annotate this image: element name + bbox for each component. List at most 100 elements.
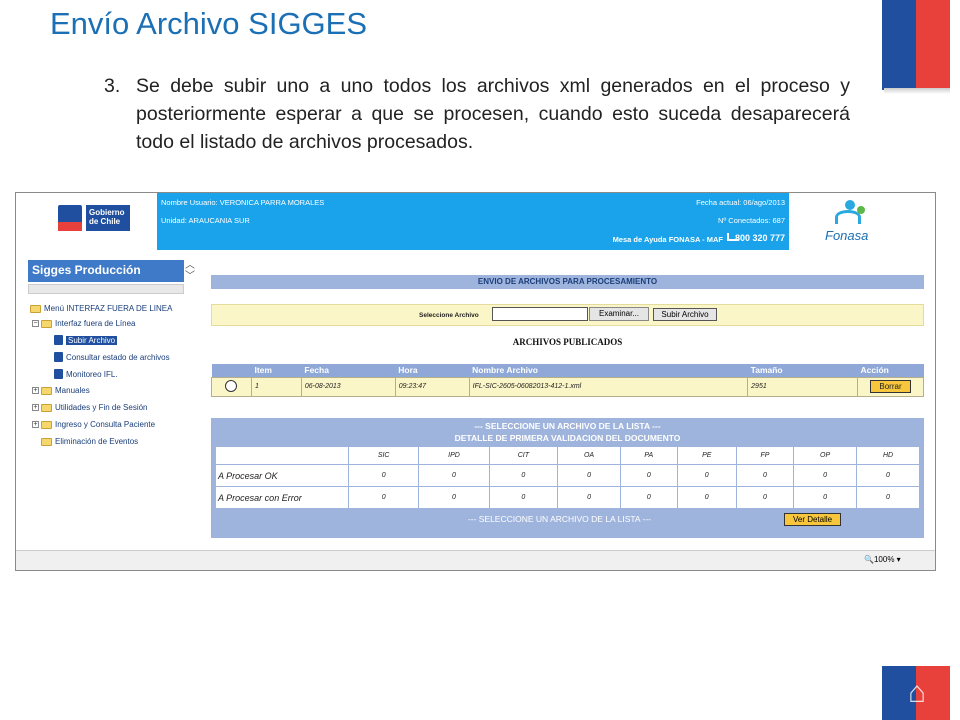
column-header: Acción: [857, 364, 924, 377]
tree-menu-root[interactable]: Menú INTERFAZ FUERA DE LINEA: [30, 304, 172, 313]
table-row: 1 06-08-2013 09:23:47 IFL-SIC-2605-06082…: [211, 376, 924, 397]
zoom-control[interactable]: 🔍100% ▾: [864, 555, 901, 564]
cell-value: 0: [418, 464, 490, 487]
gobierno-logo: Gobierno de Chile: [58, 205, 130, 235]
cell-value: 0: [735, 486, 795, 509]
cell-value: 0: [676, 486, 737, 509]
zoom-icon: 🔍: [864, 555, 874, 564]
file-path-input[interactable]: [492, 307, 588, 321]
action-cell: Borrar: [857, 376, 924, 397]
tree-utilidades[interactable]: + Utilidades y Fin de Sesión: [32, 403, 148, 412]
collapse-icon[interactable]: −: [32, 320, 39, 327]
cell-fecha: 06-08-2013: [300, 376, 396, 397]
expand-icon[interactable]: +: [32, 404, 39, 411]
file-radio[interactable]: [225, 379, 238, 392]
tree-label: Eliminación de Eventos: [55, 437, 139, 446]
column-header: CIT: [488, 446, 559, 465]
tree-monitoreo[interactable]: Monitoreo IFL.: [54, 369, 118, 379]
bullet-text: Se debe subir uno a uno todos los archiv…: [136, 75, 850, 153]
tree-label: Subir Archivo: [66, 335, 118, 345]
document-icon: [54, 335, 63, 345]
help-desk-label: Mesa de Ayuda FONASA - MAF: [612, 235, 723, 244]
fonasa-logo: Fonasa: [821, 196, 881, 246]
slide-title: Envío Archivo SIGGES: [50, 6, 368, 41]
bullet-number: 3.: [104, 75, 121, 97]
cell-value: 0: [557, 464, 621, 487]
view-detail-button[interactable]: Ver Detalle: [784, 513, 842, 526]
cell-value: 0: [793, 486, 858, 509]
cell-value: 0: [418, 486, 490, 509]
column-header: Tamaño: [747, 364, 858, 377]
document-icon: [54, 352, 63, 362]
gobierno-logo-text: Gobierno de Chile: [86, 205, 130, 231]
column-header-select: [211, 364, 252, 377]
delete-button[interactable]: Borrar: [870, 380, 911, 393]
cell-tamano: 2951: [747, 376, 858, 397]
row-label: A Procesar con Error: [215, 486, 349, 509]
fonasa-logo-text: Fonasa: [825, 228, 869, 243]
sidebar-title: Sigges Producción: [28, 260, 184, 282]
validation-detail-panel: --- SELECCIONE UN ARCHIVO DE LA LISTA --…: [211, 418, 924, 538]
select-cell: [211, 376, 252, 397]
page-title: ENVIO DE ARCHIVOS PARA PROCESAMIENTO: [211, 275, 924, 289]
folder-icon: [41, 403, 52, 412]
upload-button[interactable]: Subir Archivo: [653, 308, 717, 321]
sidebar-horizontal-scrollbar[interactable]: [28, 284, 184, 294]
cell-value: 0: [347, 464, 420, 487]
column-header: SIC: [347, 446, 420, 465]
tree-interfaz-fuera[interactable]: − Interfaz fuera de Línea: [32, 319, 136, 328]
flag-shadow: [884, 88, 950, 94]
column-header-empty: [215, 446, 349, 465]
browse-button[interactable]: Examinar...: [589, 307, 649, 321]
expand-icon[interactable]: +: [32, 421, 39, 428]
cell-value: 0: [488, 464, 559, 487]
tree-label: Utilidades y Fin de Sesión: [55, 403, 148, 412]
published-files-title: ARCHIVOS PUBLICADOS: [512, 337, 623, 347]
tree-consultar-estado[interactable]: Consultar estado de archivos: [54, 352, 170, 362]
tree-eliminacion[interactable]: Eliminación de Eventos: [41, 437, 138, 446]
sidebar: Sigges Producción ︿ ﹀ Menú INTERFAZ FUERA…: [26, 257, 198, 547]
expand-icon[interactable]: +: [32, 387, 39, 394]
document-icon: [54, 369, 63, 379]
tree-label: Monitoreo IFL.: [66, 369, 118, 379]
app-header: Gobierno de Chile Nombre Usuario: VERONI…: [16, 193, 935, 251]
shield-icon: [58, 205, 82, 231]
chevron-down-icon[interactable]: ▾: [897, 555, 901, 564]
folder-icon: [41, 386, 52, 395]
folder-icon: [41, 420, 52, 429]
detail-header-title: DETALLE DE PRIMERA VALIDACION DEL DOCUME…: [454, 433, 681, 443]
browser-screenshot: Gobierno de Chile Nombre Usuario: VERONI…: [15, 192, 936, 571]
cell-hora: 09:23:47: [394, 376, 470, 397]
column-header: Hora: [395, 364, 470, 377]
cell-value: 0: [856, 464, 920, 487]
sidebar-scroll-arrows[interactable]: ︿ ﹀: [184, 260, 196, 284]
cell-value: 0: [856, 486, 920, 509]
chile-flag-decoration: [882, 0, 950, 90]
tree-label: Ingreso y Consulta Paciente: [55, 420, 156, 429]
home-button[interactable]: ⌂: [882, 666, 950, 720]
file-upload-row: Seleccione Archivo Examinar... Subir Arc…: [211, 304, 924, 326]
cell-value: 0: [735, 464, 795, 487]
column-header: PA: [619, 446, 678, 465]
detail-footer-text: --- SELECCIONE UN ARCHIVO DE LA LISTA --…: [467, 514, 651, 524]
tree-label: Interfaz fuera de Línea: [55, 319, 136, 328]
unit-name: Unidad: ARAUCANIA SUR: [161, 216, 250, 225]
cell-nombre: IFL-SIC-2605-06082013-412-1.xml: [468, 376, 749, 397]
cell-value: 0: [619, 464, 678, 487]
column-header: IPD: [418, 446, 490, 465]
instruction-bullet: 3. Se debe subir uno a uno todos los arc…: [104, 72, 850, 156]
tree-label: Menú INTERFAZ FUERA DE LINEA: [44, 304, 173, 313]
select-file-label: Seleccione Archivo: [419, 312, 479, 319]
column-header: OA: [557, 446, 621, 465]
cell-value: 0: [557, 486, 621, 509]
column-header: OP: [793, 446, 858, 465]
tree-subir-archivo[interactable]: Subir Archivo: [54, 335, 118, 345]
tree-ingreso-consulta[interactable]: + Ingreso y Consulta Paciente: [32, 420, 155, 429]
folder-icon: [41, 319, 52, 328]
cell-item: 1: [250, 376, 302, 397]
current-date: Fecha actual: 06/ago/2013: [696, 198, 785, 207]
connected-count: Nº Conectados: 687: [718, 216, 785, 225]
tree-label: Manuales: [55, 386, 90, 395]
tree-manuales[interactable]: + Manuales: [32, 386, 90, 395]
status-bar: 🔍100% ▾: [16, 550, 935, 570]
